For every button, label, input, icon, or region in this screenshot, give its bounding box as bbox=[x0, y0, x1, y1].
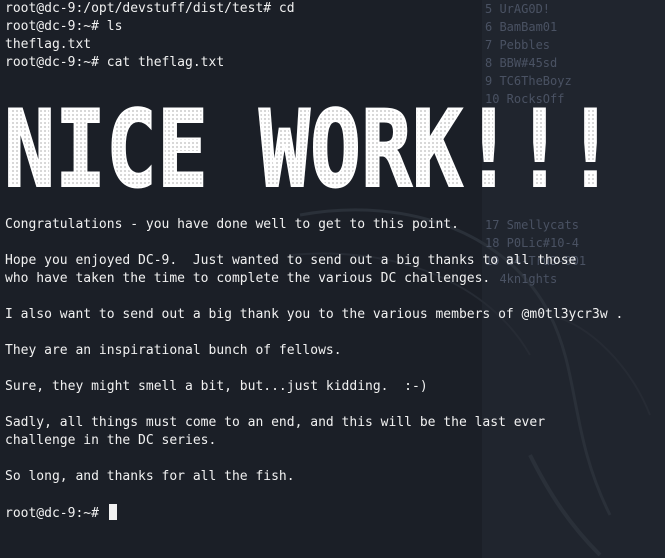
banner-text: NICE WORK!!! bbox=[4, 90, 616, 198]
flag-message: Congratulations - you have done well to … bbox=[5, 216, 660, 486]
message-line: Congratulations - you have done well to … bbox=[5, 217, 459, 232]
message-line bbox=[5, 288, 660, 306]
message-line: Hope you enjoyed DC-9. Just wanted to se… bbox=[5, 253, 577, 268]
message-line bbox=[5, 396, 660, 414]
shell-prompt[interactable]: root@dc-9:~# bbox=[5, 504, 660, 522]
terminal-cursor bbox=[108, 504, 117, 520]
message-line: Sure, they might smell a bit, but...just… bbox=[5, 379, 428, 394]
message-line bbox=[5, 450, 660, 468]
command-line: root@dc-9:~# ls bbox=[5, 19, 123, 34]
terminal-output[interactable]: root@dc-9:/opt/devstuff/dist/test# cd ro… bbox=[3, 0, 660, 522]
message-line: challenge in the DC series. bbox=[5, 433, 217, 448]
message-line: They are an inspirational bunch of fello… bbox=[5, 343, 342, 358]
prompt-text: root@dc-9:~# bbox=[5, 506, 107, 521]
command-line: root@dc-9:/opt/devstuff/dist/test# cd bbox=[5, 1, 295, 16]
message-line bbox=[5, 360, 660, 378]
command-line: root@dc-9:~# cat theflag.txt bbox=[5, 55, 225, 70]
ascii-art-banner: NICE WORK!!! bbox=[0, 90, 625, 198]
message-line bbox=[5, 324, 660, 342]
message-line: who have taken the time to complete the … bbox=[5, 271, 491, 286]
command-output: theflag.txt bbox=[5, 37, 92, 52]
message-line: Sadly, all things must come to an end, a… bbox=[5, 415, 546, 430]
message-line bbox=[5, 234, 660, 252]
message-line: I also want to send out a big thank you … bbox=[5, 307, 624, 322]
message-line: So long, and thanks for all the fish. bbox=[5, 469, 295, 484]
